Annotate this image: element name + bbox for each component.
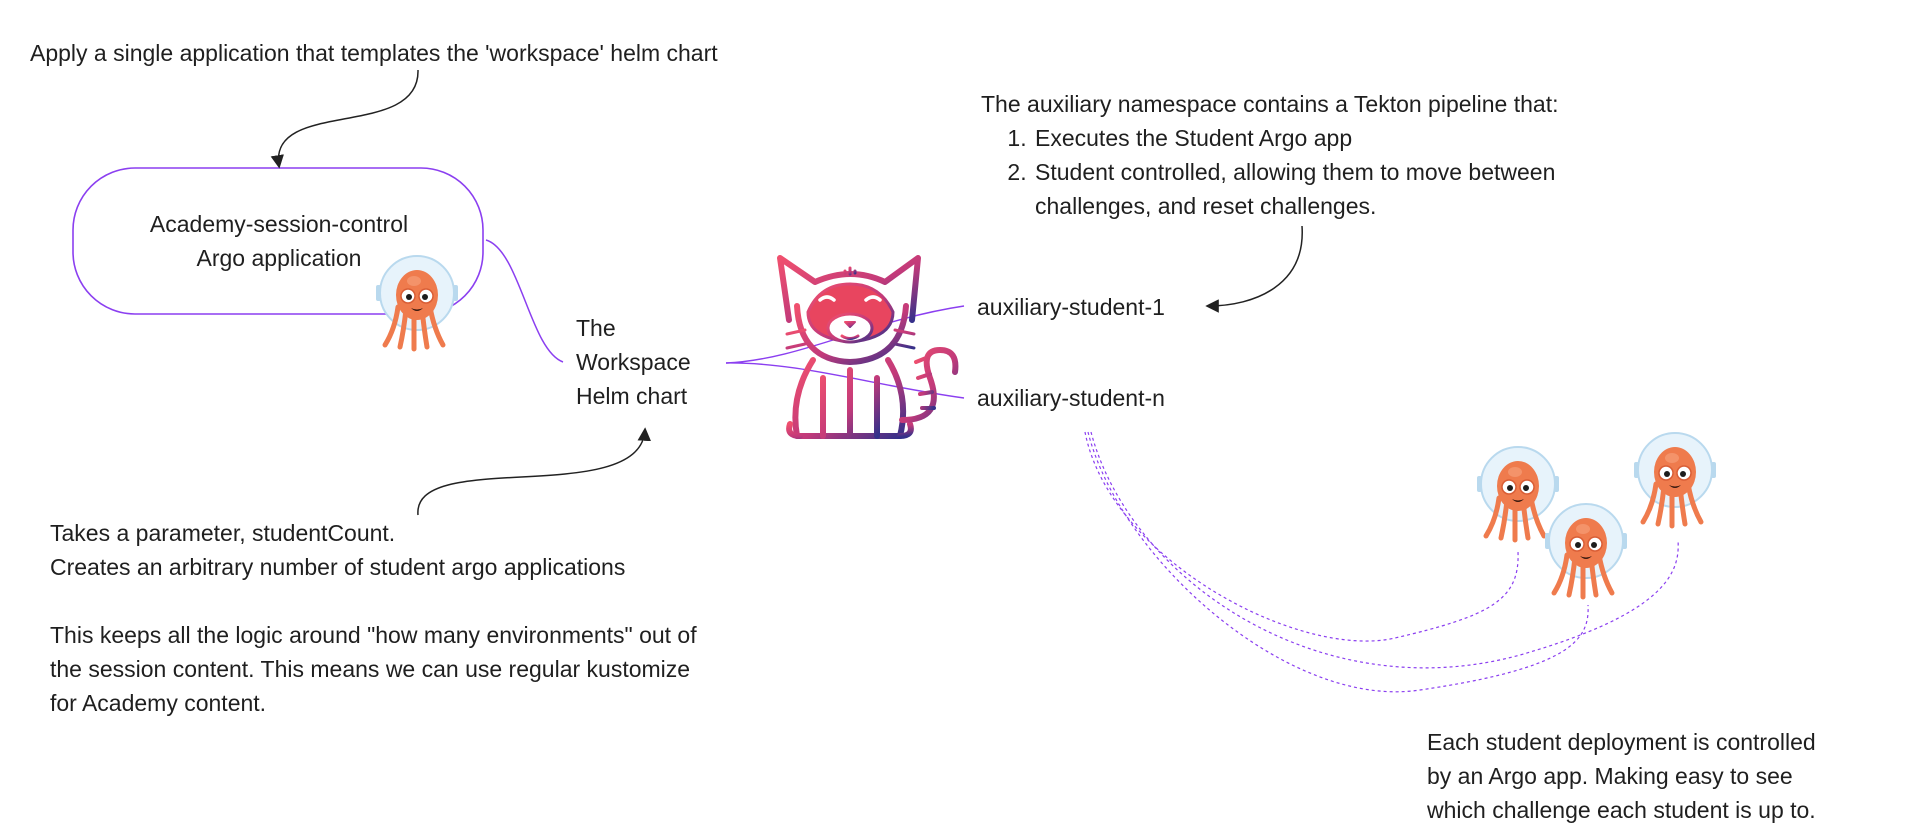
deployment-note-line-1: Each student deployment is controlled: [1427, 729, 1816, 755]
deployment-note: Each student deployment is controlled by…: [1427, 725, 1816, 827]
namespace-arrow: [1205, 225, 1303, 313]
session-control-label: Academy-session-control Argo application: [120, 207, 438, 275]
namespace-note-intro: The auxiliary namespace contains a Tekto…: [981, 91, 1559, 117]
params-note-line-4: the session content. This means we can u…: [50, 656, 691, 682]
namespace-step-2: Student controlled, allowing them to mov…: [1033, 155, 1625, 223]
session-control-line-1: Academy-session-control: [149, 211, 409, 237]
student-n-label: auxiliary-student-n: [977, 385, 1165, 411]
params-note-line-1: Takes a parameter, studentCount.: [50, 520, 396, 546]
student-1-label: auxiliary-student-1: [977, 294, 1165, 320]
namespace-note: The auxiliary namespace contains a Tekto…: [981, 87, 1661, 223]
session-to-chart-connector: [485, 239, 564, 363]
argo-octopus-icon: [1545, 504, 1627, 597]
apply-note: Apply a single application that template…: [30, 40, 718, 66]
namespace-step-1: Executes the Student Argo app: [1033, 121, 1633, 155]
argo-octopus-icon: [1634, 433, 1716, 526]
namespace-note-steps: Executes the Student Argo app Student co…: [981, 121, 1633, 223]
params-arrow: [417, 427, 652, 516]
apply-arrow: [270, 69, 419, 169]
argo-octopus-icon: [1477, 447, 1559, 540]
workspace-chart-label: The Workspace Helm chart: [576, 311, 691, 413]
params-note: Takes a parameter, studentCount. Creates…: [50, 516, 697, 720]
workspace-chart-line-3: Helm chart: [576, 383, 688, 409]
session-control-line-2: Argo application: [196, 245, 362, 271]
deployment-note-line-2: by an Argo app. Making easy to see: [1427, 763, 1793, 789]
deployment-note-line-3: which challenge each student is up to.: [1427, 797, 1816, 823]
params-note-line-5: for Academy content.: [50, 690, 267, 716]
params-note-line-2: Creates an arbitrary number of student a…: [50, 554, 626, 580]
workspace-chart-line-2: Workspace: [576, 349, 691, 375]
tekton-cat-icon: [777, 255, 959, 439]
params-note-line-3: This keeps all the logic around "how man…: [50, 622, 697, 648]
workspace-chart-line-1: The: [576, 315, 616, 341]
